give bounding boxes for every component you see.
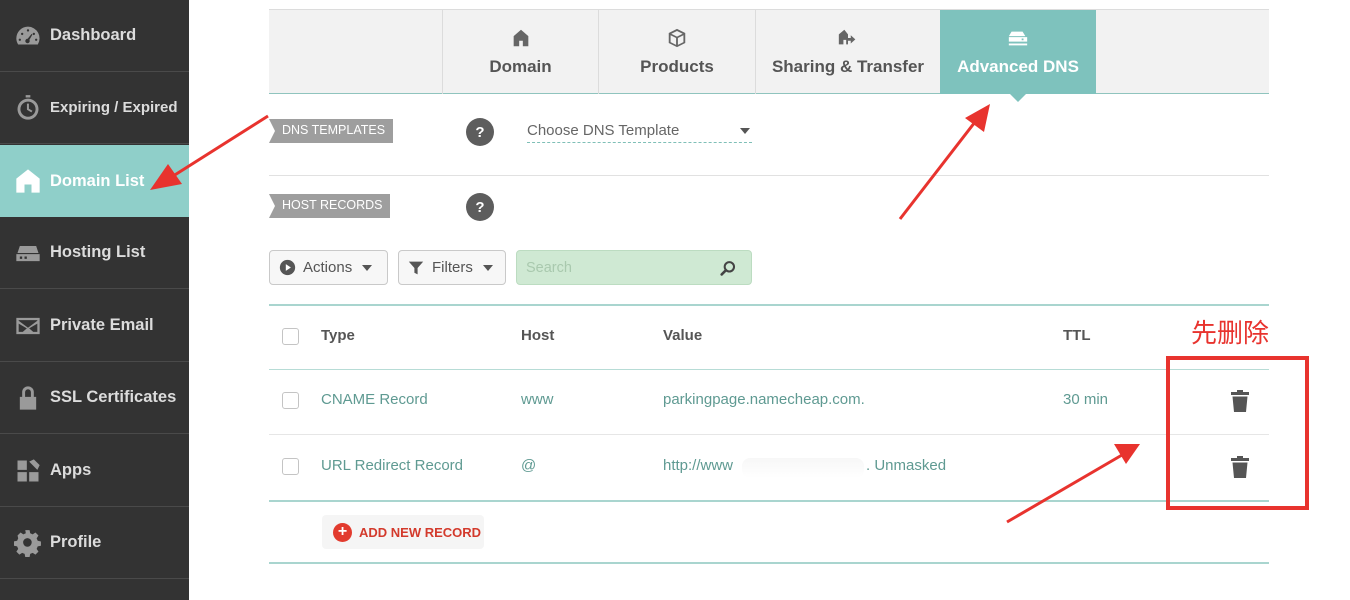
filter-icon	[408, 261, 424, 274]
search-input[interactable]	[517, 251, 707, 284]
stopwatch-icon	[12, 92, 44, 124]
tab-sharing-transfer[interactable]: Sharing & Transfer	[755, 10, 940, 94]
sidebar-item-ssl-certificates[interactable]: SSL Certificates	[0, 362, 189, 434]
sidebar-item-label: Domain List	[50, 171, 145, 190]
actions-dropdown[interactable]: Actions	[269, 250, 388, 285]
actions-label: Actions	[303, 259, 353, 276]
record-value-prefix[interactable]: http://www	[663, 457, 733, 474]
row-divider	[269, 434, 1269, 435]
tab-label: Products	[640, 57, 714, 76]
tab-advanced-dns[interactable]: Advanced DNS	[940, 10, 1096, 94]
dns-template-select[interactable]: Choose DNS Template	[527, 118, 752, 143]
tab-label: Sharing & Transfer	[771, 57, 925, 76]
apps-grid-icon	[12, 455, 44, 487]
column-header-host: Host	[521, 327, 555, 344]
record-host[interactable]: www	[521, 391, 554, 408]
tab-domain[interactable]: Domain	[442, 10, 598, 94]
table-bottom-border	[269, 500, 1269, 502]
filters-label: Filters	[432, 259, 473, 276]
divider	[269, 175, 1269, 176]
sidebar-item-private-email[interactable]: Private Email	[0, 290, 189, 362]
search-box	[516, 250, 752, 285]
column-header-ttl: TTL	[1063, 327, 1091, 344]
record-host[interactable]: @	[521, 457, 536, 474]
column-header-type: Type	[321, 327, 355, 344]
sidebar-item-label: Dashboard	[50, 26, 137, 44]
record-type[interactable]: CNAME Record	[321, 391, 428, 408]
dns-templates-help-icon[interactable]: ?	[466, 118, 494, 146]
dns-template-select-value: Choose DNS Template	[527, 122, 680, 139]
sidebar-item-domain-list[interactable]: Domain List	[0, 145, 189, 217]
share-transfer-icon	[838, 29, 856, 45]
host-records-help-icon[interactable]: ?	[466, 193, 494, 221]
chevron-down-icon	[362, 264, 373, 271]
house-icon	[513, 29, 528, 47]
record-value-suffix[interactable]: . Unmasked	[866, 457, 946, 474]
sidebar-item-hosting-list[interactable]: Hosting List	[0, 217, 189, 289]
lock-icon	[12, 382, 44, 414]
redacted-value	[742, 458, 864, 478]
domain-tabs: Domain Products Sharing & Transfer Advan…	[269, 9, 1269, 94]
arrow-head	[965, 104, 990, 132]
box-icon	[668, 28, 686, 48]
dns-templates-label: DNS TEMPLATES	[269, 119, 394, 143]
sidebar-item-label: Hosting List	[50, 243, 146, 261]
row-checkbox[interactable]	[282, 392, 299, 409]
sidebar-item-label: Profile	[50, 533, 102, 551]
section-bottom-border	[269, 562, 1269, 564]
add-new-record-button[interactable]: + ADD NEW RECORD	[322, 515, 484, 549]
row-checkbox[interactable]	[282, 458, 299, 475]
active-tab-pointer	[1009, 93, 1027, 102]
server-icon	[12, 237, 44, 269]
arrow-to-advanced-dns	[898, 121, 977, 220]
sidebar-item-label: SSL Certificates	[50, 388, 177, 406]
envelope-icon	[12, 310, 44, 342]
plus-circle-icon: +	[333, 522, 352, 542]
speedometer-icon	[12, 20, 44, 52]
column-header-value: Value	[663, 327, 703, 344]
record-value[interactable]: parkingpage.namecheap.com.	[663, 391, 865, 408]
dns-server-icon	[1008, 31, 1028, 46]
header-divider	[269, 369, 1269, 370]
chevron-down-icon	[482, 264, 493, 271]
play-circle-icon	[279, 259, 296, 276]
sidebar-item-apps[interactable]: Apps	[0, 435, 189, 507]
table-top-border	[269, 304, 1269, 306]
sidebar-item-dashboard[interactable]: Dashboard	[0, 0, 189, 72]
sidebar: Dashboard Expiring / Expired Domain List…	[0, 0, 189, 600]
record-ttl[interactable]: 30 min	[1063, 391, 1108, 408]
annotation-highlight-box	[1166, 356, 1309, 510]
select-all-checkbox[interactable]	[282, 328, 299, 345]
sidebar-item-label: Apps	[50, 461, 92, 479]
sidebar-item-label: Expiring / Expired	[50, 99, 178, 116]
sidebar-item-label: Private Email	[50, 316, 154, 334]
gear-icon	[12, 527, 44, 559]
tab-products[interactable]: Products	[598, 10, 755, 94]
sidebar-item-profile[interactable]: Profile	[0, 507, 189, 579]
host-records-label: HOST RECORDS	[269, 194, 391, 218]
chevron-down-icon	[740, 128, 750, 134]
sidebar-item-expiring[interactable]: Expiring / Expired	[0, 72, 189, 144]
tab-label: Advanced DNS	[957, 57, 1079, 76]
search-icon[interactable]	[720, 260, 737, 277]
add-new-record-label: ADD NEW RECORD	[359, 524, 482, 540]
arrow-to-delete	[1006, 453, 1123, 524]
home-icon	[12, 165, 44, 197]
arrow-head	[1114, 444, 1140, 464]
tab-label: Domain	[489, 57, 552, 76]
record-type[interactable]: URL Redirect Record	[321, 457, 463, 474]
filters-dropdown[interactable]: Filters	[398, 250, 506, 285]
annotation-note: 先删除	[1191, 319, 1270, 349]
